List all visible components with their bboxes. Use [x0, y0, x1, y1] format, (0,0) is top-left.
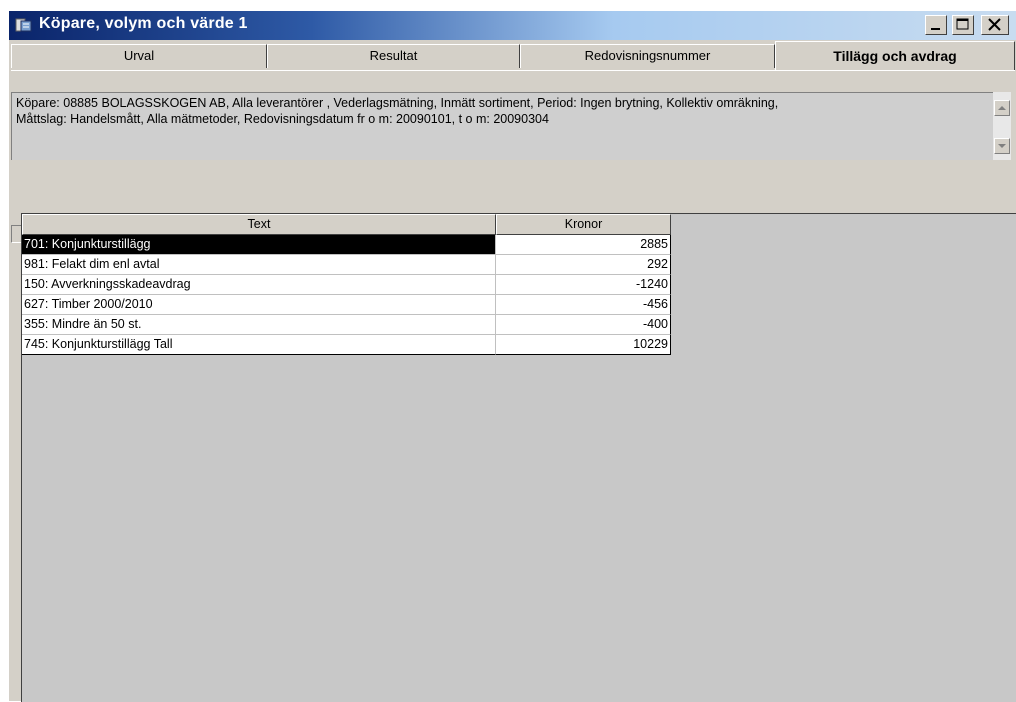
cell-text[interactable]: 745: Konjunkturstillägg Tall [22, 335, 496, 355]
cell-text[interactable]: 355: Mindre än 50 st. [22, 315, 496, 335]
cell-kronor[interactable]: -456 [496, 295, 671, 315]
selection-summary-text[interactable]: Köpare: 08885 BOLAGSSKOGEN AB, Alla leve… [11, 92, 993, 160]
column-header-kronor[interactable]: Kronor [496, 214, 671, 235]
table-row[interactable]: 627: Timber 2000/2010 -456 [22, 295, 671, 315]
cell-kronor[interactable]: -400 [496, 315, 671, 335]
tab-strip: Urval Resultat Redovisningsnummer Tilläg… [9, 41, 1016, 71]
cell-text[interactable]: 627: Timber 2000/2010 [22, 295, 496, 315]
title-bar[interactable]: Köpare, volym och värde 1 [9, 11, 1016, 40]
tab-resultat[interactable]: Resultat [267, 44, 520, 68]
selection-summary-panel: Köpare: 08885 BOLAGSSKOGEN AB, Alla leve… [11, 70, 1015, 245]
cell-kronor[interactable]: 10229 [496, 335, 671, 355]
column-header-text[interactable]: Text [22, 214, 496, 235]
maximize-button[interactable] [952, 15, 974, 35]
maximize-icon [956, 18, 969, 30]
scroll-up-button[interactable] [994, 100, 1010, 116]
cell-text[interactable]: 150: Avverkningsskadeavdrag [22, 275, 496, 295]
tab-urval[interactable]: Urval [11, 44, 267, 68]
window-title: Köpare, volym och värde 1 [39, 15, 248, 32]
cell-kronor[interactable]: 292 [496, 255, 671, 275]
summary-line-2: Måttslag: Handelsmått, Alla mätmetoder, … [16, 112, 549, 126]
grid-area: Text Kronor 701: Konjunkturstillägg 2885… [21, 213, 1016, 702]
adjustments-table: Text Kronor 701: Konjunkturstillägg 2885… [22, 214, 671, 355]
table-row[interactable]: 981: Felakt dim enl avtal 292 [22, 255, 671, 275]
arrow-up-icon [998, 106, 1006, 110]
cell-kronor[interactable]: -1240 [496, 275, 671, 295]
arrow-down-icon [998, 144, 1006, 148]
close-icon [988, 18, 1001, 31]
summary-line-1: Köpare: 08885 BOLAGSSKOGEN AB, Alla leve… [16, 96, 779, 110]
minimize-button[interactable] [925, 15, 947, 35]
summary-scrollbar[interactable] [993, 92, 1011, 160]
cell-text[interactable]: 981: Felakt dim enl avtal [22, 255, 496, 275]
table-row[interactable]: 150: Avverkningsskadeavdrag -1240 [22, 275, 671, 295]
close-button[interactable] [981, 15, 1009, 35]
minimize-icon [931, 28, 940, 30]
table-header: Text Kronor [22, 214, 671, 235]
cell-kronor[interactable]: 2885 [496, 235, 671, 255]
scroll-down-button[interactable] [994, 138, 1010, 154]
tab-tillagg-och-avdrag[interactable]: Tillägg och avdrag [775, 41, 1015, 71]
table-row[interactable]: 355: Mindre än 50 st. -400 [22, 315, 671, 335]
app-window: Köpare, volym och värde 1 Urval Resultat… [8, 10, 1016, 702]
cell-text[interactable]: 701: Konjunkturstillägg [22, 235, 496, 255]
tab-redovisningsnummer[interactable]: Redovisningsnummer [520, 44, 775, 68]
table-row[interactable]: 745: Konjunkturstillägg Tall 10229 [22, 335, 671, 355]
app-window-icon[interactable] [15, 17, 33, 33]
table-row[interactable]: 701: Konjunkturstillägg 2885 [22, 235, 671, 255]
